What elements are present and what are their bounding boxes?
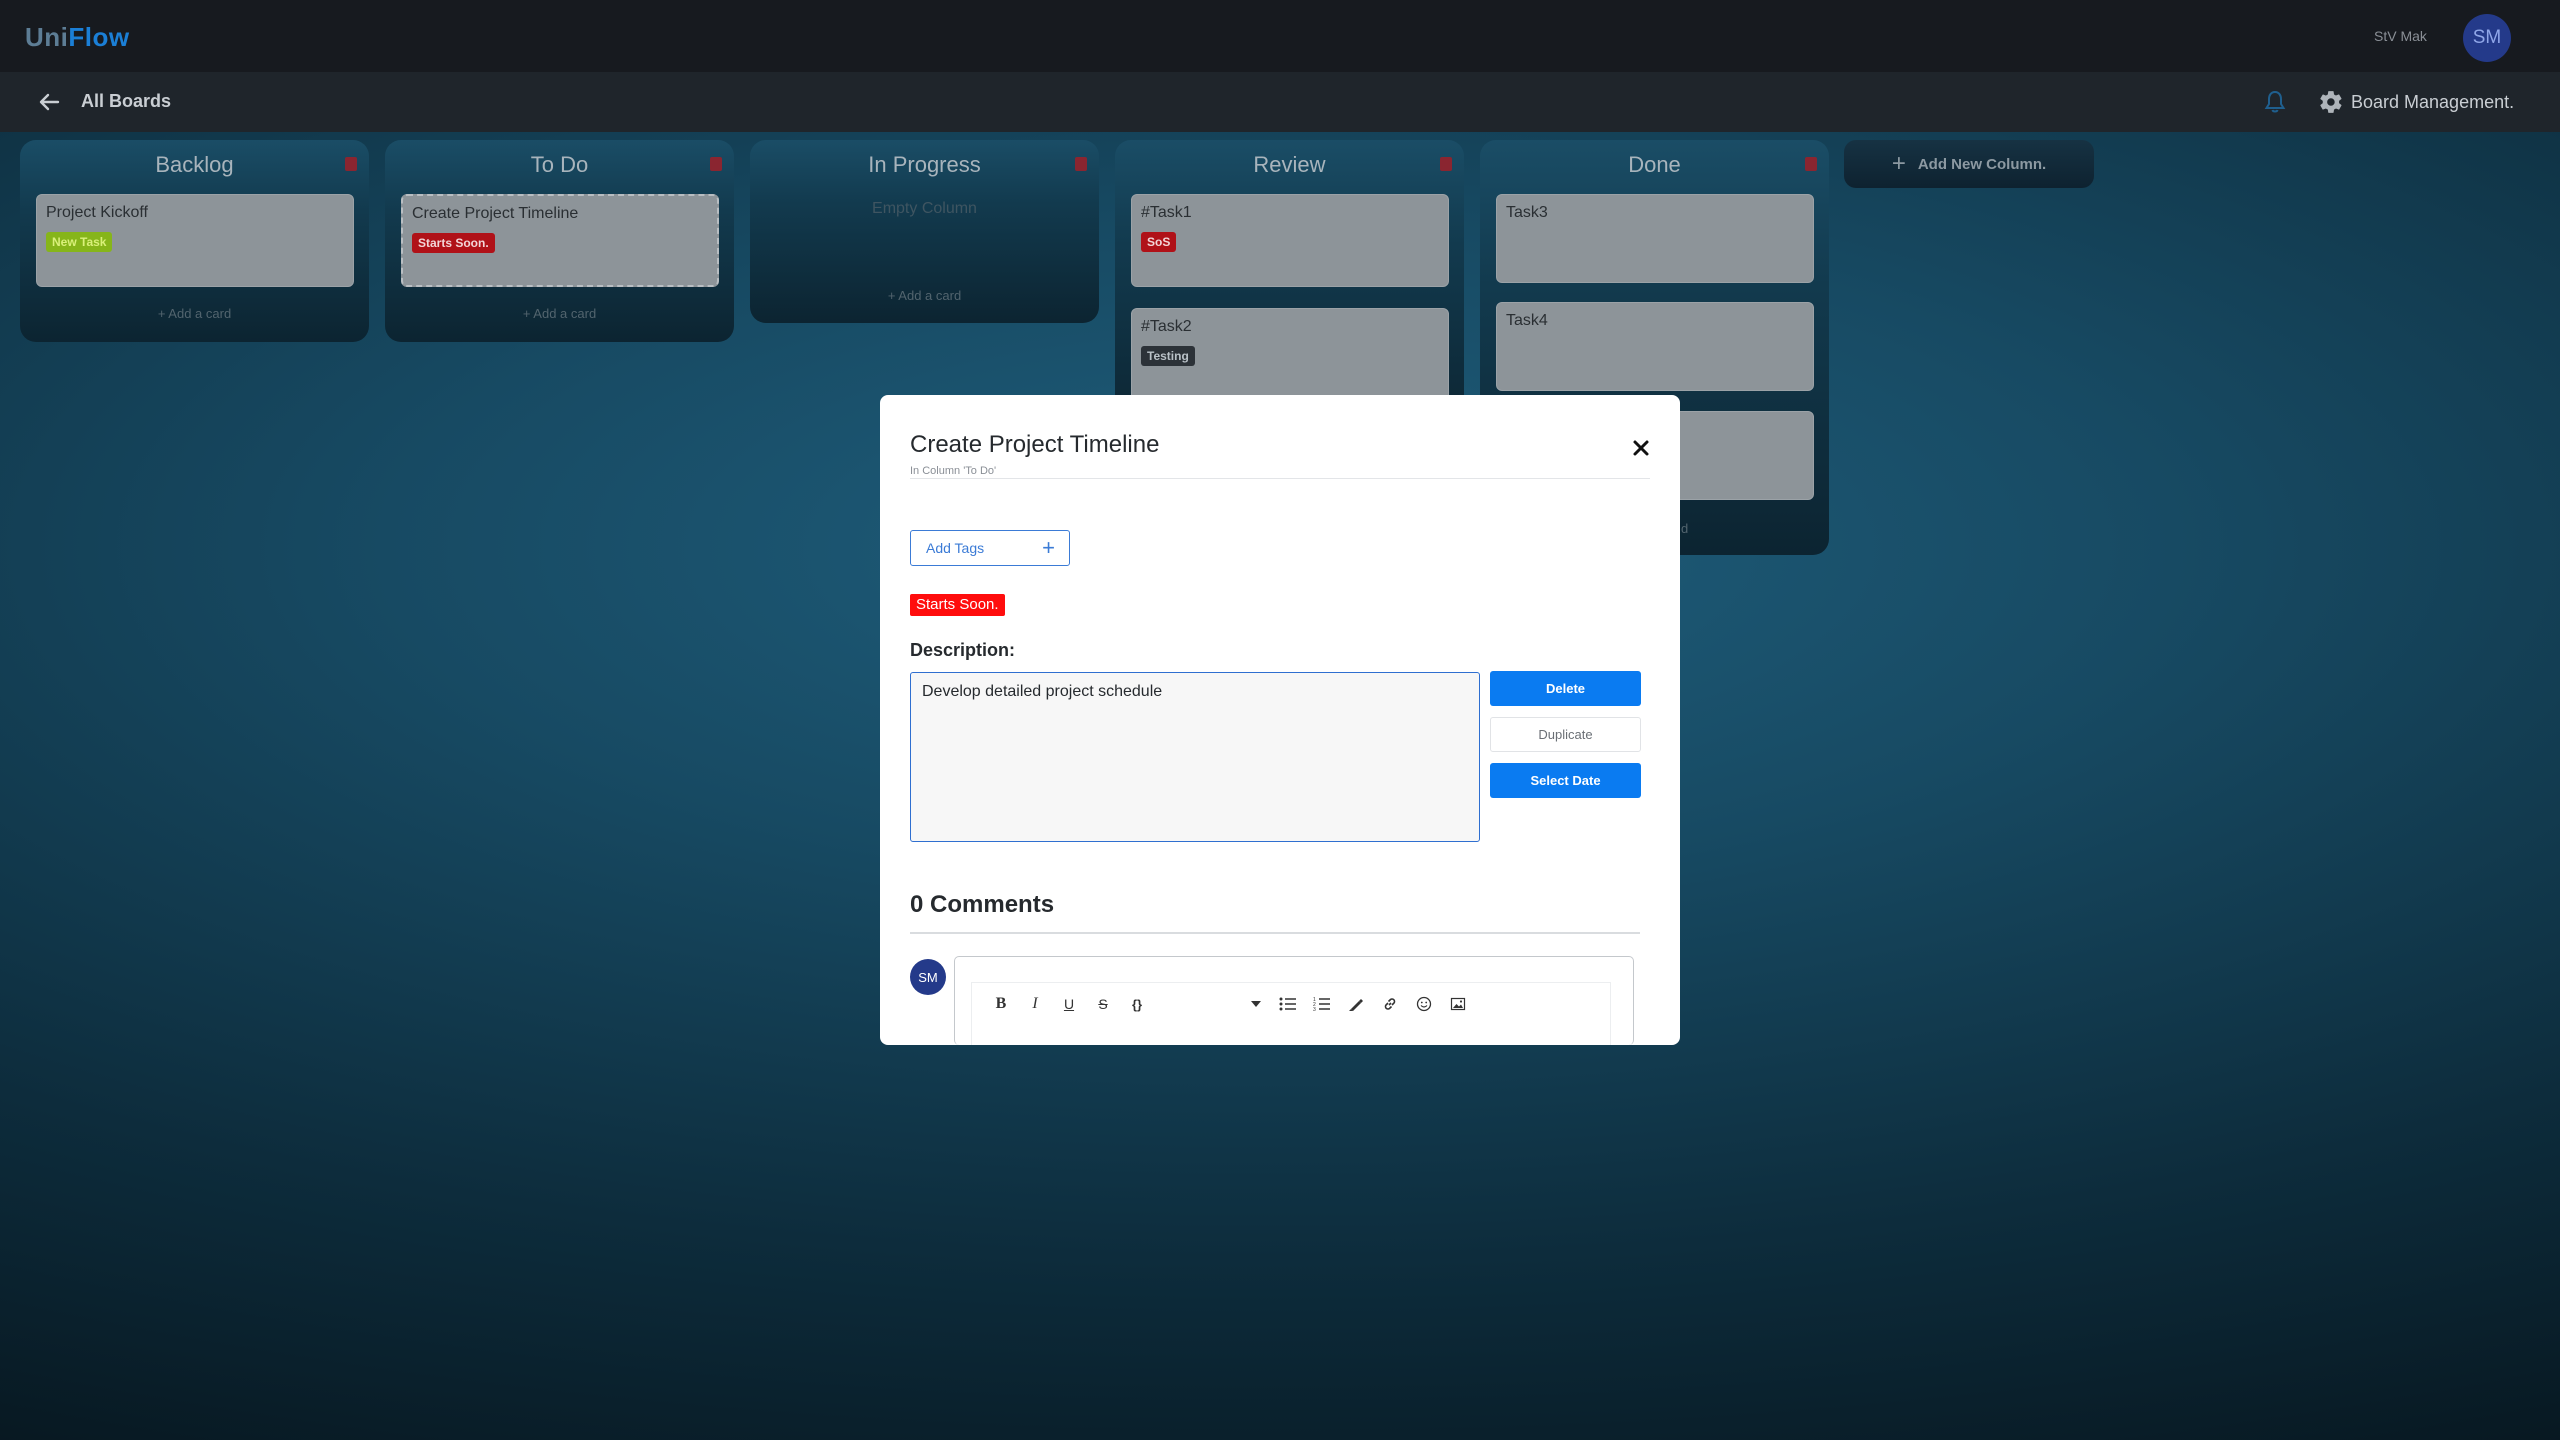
add-card-button[interactable]: d <box>1681 521 1688 536</box>
duplicate-button[interactable]: Duplicate <box>1490 717 1641 752</box>
delete-column-icon[interactable] <box>1075 157 1087 171</box>
column-title: In Progress <box>868 152 981 177</box>
logo-uni: Uni <box>25 22 69 52</box>
delete-column-icon[interactable] <box>1440 157 1452 171</box>
card-title: Create Project Timeline <box>412 205 579 222</box>
italic-button[interactable]: I <box>1026 993 1044 1015</box>
card-tag: SoS <box>1141 232 1177 252</box>
chevron-down-icon <box>1251 1001 1261 1007</box>
add-tags-label: Add Tags <box>926 540 985 556</box>
modal-column-info: In Column 'To Do' <box>910 465 997 477</box>
card-detail-modal: Create Project Timeline In Column 'To Do… <box>880 395 1680 1045</box>
card-tag: New Task <box>46 232 113 252</box>
bullet-list-button[interactable] <box>1278 993 1298 1015</box>
delete-column-icon[interactable] <box>1805 157 1817 171</box>
logo-flow: Flow <box>68 22 130 52</box>
task-card[interactable]: Project Kickoff New Task <box>36 194 354 287</box>
code-button[interactable]: {} <box>1128 993 1146 1015</box>
comment-editor[interactable]: B I U S {} 1 2 3 <box>954 956 1634 1045</box>
modal-title[interactable]: Create Project Timeline <box>910 431 1159 459</box>
card-title: Project Kickoff <box>46 204 148 221</box>
close-icon[interactable] <box>1630 437 1652 459</box>
image-icon <box>1450 997 1466 1011</box>
delete-button[interactable]: Delete <box>1490 671 1641 706</box>
delete-column-icon[interactable] <box>345 157 357 171</box>
add-tags-button[interactable]: Add Tags + <box>910 530 1070 566</box>
plus-icon: + <box>1891 150 1906 177</box>
card-title: Task4 <box>1506 312 1548 329</box>
ordered-list-icon: 1 2 3 <box>1313 997 1330 1012</box>
task-card[interactable]: #Task2 Testing <box>1131 308 1449 401</box>
add-card-button[interactable]: + Add a card <box>20 306 369 321</box>
back-arrow-icon[interactable] <box>38 92 60 112</box>
marker-icon <box>1349 999 1363 1011</box>
task-card[interactable]: Task4 <box>1496 302 1814 391</box>
column-title: Review <box>1253 152 1326 177</box>
card-title: #Task1 <box>1141 204 1192 221</box>
strikethrough-button[interactable]: S <box>1094 993 1112 1015</box>
commenter-avatar: SM <box>910 959 946 995</box>
task-card[interactable]: Create Project Timeline Starts Soon. <box>401 194 719 287</box>
emoji-button[interactable] <box>1414 993 1434 1015</box>
svg-text:3: 3 <box>1313 1007 1316 1012</box>
select-date-button[interactable]: Select Date <box>1490 763 1641 798</box>
bullet-list-icon <box>1279 997 1296 1011</box>
editor-toolbar: B I U S {} 1 2 3 <box>971 982 1611 1045</box>
bold-button[interactable]: B <box>992 993 1010 1015</box>
ordered-list-button[interactable]: 1 2 3 <box>1312 993 1332 1015</box>
highlight-button[interactable] <box>1346 993 1366 1015</box>
column-in-progress: In Progress Empty Column + Add a card <box>750 140 1099 323</box>
plus-icon: + <box>1042 535 1055 560</box>
card-tag: Testing <box>1141 346 1195 366</box>
board-subheader: All Boards Board Management. <box>0 72 2560 132</box>
delete-column-icon[interactable] <box>710 157 722 171</box>
notification-bell-icon[interactable] <box>2264 90 2286 114</box>
column-title: To Do <box>530 152 589 177</box>
add-card-button[interactable]: + Add a card <box>385 306 734 321</box>
column-title: Backlog <box>155 152 234 177</box>
user-avatar[interactable]: SM <box>2463 14 2511 62</box>
task-card[interactable]: #Task1 SoS <box>1131 194 1449 287</box>
link-button[interactable] <box>1380 993 1400 1015</box>
top-navbar: UniFlow StV Mak SM <box>0 0 2560 72</box>
link-icon <box>1384 998 1396 1010</box>
add-card-button[interactable]: + Add a card <box>750 288 1099 303</box>
column-todo: To Do Create Project Timeline Starts Soo… <box>385 140 734 342</box>
app-logo[interactable]: UniFlow <box>25 22 130 53</box>
card-title: #Task2 <box>1141 318 1192 335</box>
divider <box>910 478 1650 479</box>
heading-dropdown[interactable] <box>1162 993 1262 1015</box>
description-label: Description: <box>910 640 1016 660</box>
comments-count: 0 Comments <box>910 891 1055 918</box>
task-card[interactable]: Task3 <box>1496 194 1814 283</box>
underline-button[interactable]: U <box>1060 993 1078 1015</box>
user-name[interactable]: StV Mak <box>2374 28 2427 44</box>
add-new-column-label: Add New Column. <box>1917 155 2047 173</box>
image-button[interactable] <box>1448 993 1468 1015</box>
card-title: Task3 <box>1506 204 1548 221</box>
divider <box>910 932 1640 934</box>
board-management-link[interactable]: Board Management. <box>2351 92 2514 113</box>
add-new-column-button[interactable]: + Add New Column. <box>1844 140 2094 188</box>
card-tag: Starts Soon. <box>412 233 495 253</box>
empty-column-text: Empty Column <box>872 200 977 217</box>
status-tag[interactable]: Starts Soon. <box>910 594 1005 616</box>
column-title: Done <box>1628 152 1681 177</box>
gear-icon[interactable] <box>2318 89 2344 115</box>
column-backlog: Backlog Project Kickoff New Task + Add a… <box>20 140 369 342</box>
emoji-icon <box>1416 996 1432 1012</box>
description-textarea[interactable]: Develop detailed project schedule <box>910 672 1480 842</box>
all-boards-link[interactable]: All Boards <box>81 91 171 112</box>
